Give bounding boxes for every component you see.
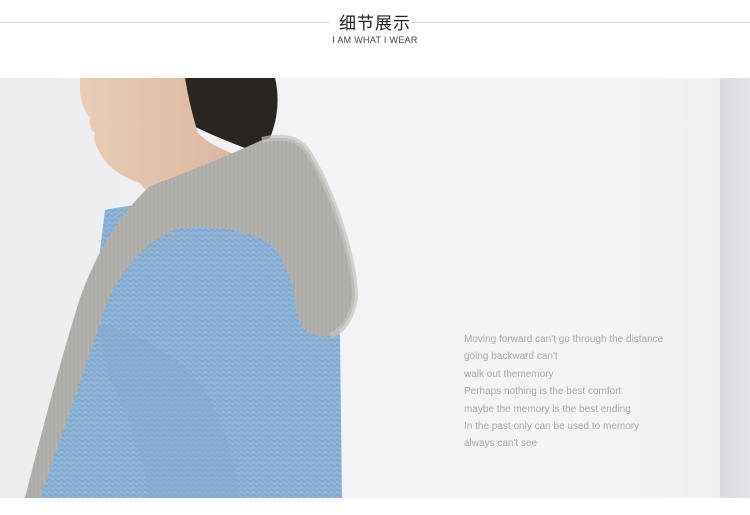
poem-line: In the past only can be used to memory: [464, 421, 640, 433]
poem-line: walk out thememory: [464, 368, 554, 380]
section-subtitle: I AM WHAT I WEAR: [332, 35, 418, 45]
poem-text: Moving forward can't go through the dist…: [464, 331, 704, 453]
poem-line: going backward can't: [464, 351, 558, 363]
section-title: 细节展示: [339, 14, 411, 34]
poem-line: always can't see: [464, 438, 538, 450]
poem-line: Moving forward can't go through the dist…: [464, 334, 664, 345]
section-header: 细节展示 I AM WHAT I WEAR: [0, 0, 750, 78]
footer-band: [0, 498, 750, 515]
poem-line: maybe the memory is the best ending: [464, 403, 631, 415]
product-detail-photo: Moving forward can't go through the dist…: [0, 78, 750, 498]
poem-line: Perhaps nothing is the best comfort: [464, 386, 622, 398]
